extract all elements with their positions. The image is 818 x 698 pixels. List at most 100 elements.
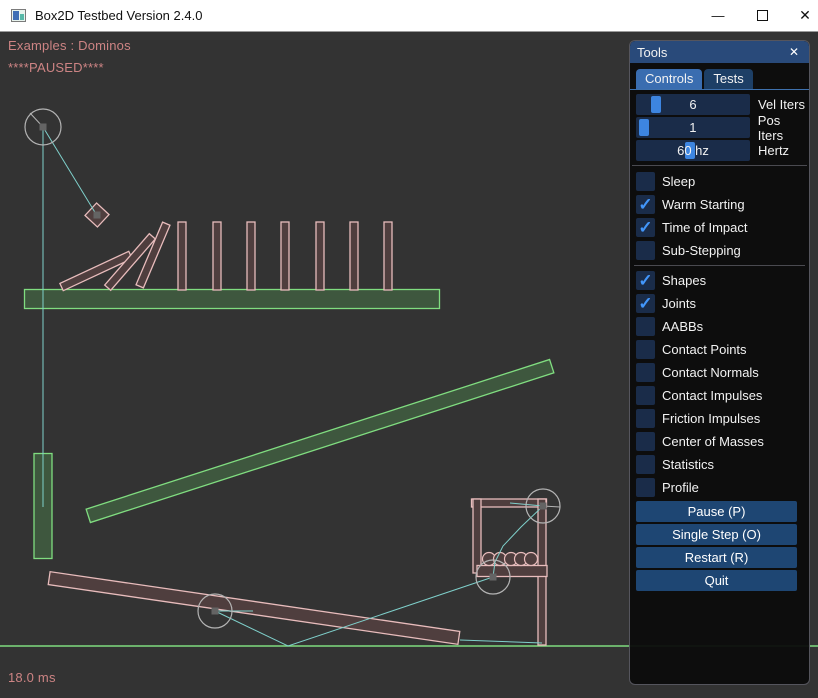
slider-section: 6 Vel Iters 1 Pos Iters 60 hz Hertz — [630, 90, 809, 161]
checkbox-box[interactable] — [636, 455, 655, 474]
checkbox-box[interactable] — [636, 363, 655, 382]
slider-track[interactable]: 1 — [636, 117, 750, 138]
checkbox-box[interactable] — [636, 241, 655, 260]
domino[interactable] — [281, 222, 289, 290]
checkbox-joints[interactable]: ✓ Joints — [636, 292, 809, 315]
panel-close-icon[interactable]: ✕ — [786, 44, 802, 60]
checkmark-icon[interactable]: ✓ — [636, 218, 655, 237]
checkbox-label: Contact Points — [662, 342, 747, 357]
checkbox-label: Time of Impact — [662, 220, 747, 235]
joint-anchor — [212, 608, 219, 615]
button-section: Pause (P)Single Step (O)Restart (R)Quit — [630, 499, 809, 591]
tab-controls[interactable]: Controls — [636, 69, 702, 89]
maximize-icon[interactable] — [740, 0, 784, 31]
checkbox-label: Joints — [662, 296, 696, 311]
slider-track[interactable]: 6 — [636, 94, 750, 115]
seesaw-plank[interactable] — [48, 572, 460, 645]
single-step-o-button[interactable]: Single Step (O) — [636, 524, 797, 545]
slider-value: 1 — [636, 117, 750, 138]
pos-iters-slider[interactable]: 1 Pos Iters — [636, 117, 809, 138]
paused-indicator: ****PAUSED**** — [8, 60, 104, 75]
checkbox-profile[interactable]: Profile — [636, 476, 809, 499]
checkbox-aabbs[interactable]: AABBs — [636, 315, 809, 338]
checkbox-contact-points[interactable]: Contact Points — [636, 338, 809, 361]
checkbox-contact-impulses[interactable]: Contact Impulses — [636, 384, 809, 407]
pause-p-button[interactable]: Pause (P) — [636, 501, 797, 522]
checkbox-warm-starting[interactable]: ✓ Warm Starting — [636, 193, 809, 216]
window-title: Box2D Testbed Version 2.4.0 — [35, 8, 202, 23]
frame-shelf[interactable] — [477, 566, 547, 577]
restart-r-button[interactable]: Restart (R) — [636, 547, 797, 568]
frame-top-bar[interactable] — [472, 499, 547, 507]
window-titlebar[interactable]: Box2D Testbed Version 2.4.0 — ✕ — [0, 0, 818, 32]
slider-label: Hertz — [758, 143, 789, 158]
checkbox-box[interactable] — [636, 340, 655, 359]
frame-left-col[interactable] — [473, 499, 481, 573]
domino[interactable] — [316, 222, 324, 290]
joint-anchor — [40, 124, 47, 131]
checkbox-statistics[interactable]: Statistics — [636, 453, 809, 476]
top-platform[interactable] — [25, 290, 440, 309]
checkbox-label: Friction Impulses — [662, 411, 760, 426]
checkbox-section: Sleep ✓ Warm Starting ✓ Time of Impact Sub-St… — [630, 170, 809, 499]
checkbox-center-of-masses[interactable]: Center of Masses — [636, 430, 809, 453]
checkbox-box[interactable] — [636, 409, 655, 428]
close-icon[interactable]: ✕ — [783, 0, 818, 31]
minimize-icon[interactable]: — — [696, 0, 740, 31]
domino[interactable] — [247, 222, 255, 290]
checkbox-label: Shapes — [662, 273, 706, 288]
separator — [634, 265, 805, 266]
hertz-slider[interactable]: 60 hz Hertz — [636, 140, 809, 161]
tab-bar: Controls Tests — [630, 63, 809, 90]
quit-button[interactable]: Quit — [636, 570, 797, 591]
checkbox-box[interactable] — [636, 432, 655, 451]
box2d-testbed-window: Box2D Testbed Version 2.4.0 — ✕ Examples… — [0, 0, 818, 698]
joint-line — [43, 127, 96, 214]
checkbox-label: Warm Starting — [662, 197, 745, 212]
checkbox-shapes[interactable]: ✓ Shapes — [636, 269, 809, 292]
checkbox-box[interactable] — [636, 317, 655, 336]
checkmark-icon[interactable]: ✓ — [636, 271, 655, 290]
domino[interactable] — [350, 222, 358, 290]
slider-label: Vel Iters — [758, 97, 805, 112]
checkbox-label: Contact Impulses — [662, 388, 762, 403]
checkbox-sleep[interactable]: Sleep — [636, 170, 809, 193]
checkbox-friction-impulses[interactable]: Friction Impulses — [636, 407, 809, 430]
example-title: Examples : Dominos — [8, 38, 131, 53]
frame-time: 18.0 ms — [8, 670, 56, 685]
domino[interactable] — [213, 222, 221, 290]
tools-panel-titlebar[interactable]: Tools ✕ — [630, 41, 809, 63]
joint-anchor — [490, 574, 497, 581]
joint-anchor — [540, 503, 547, 510]
slider-value: 60 hz — [636, 140, 750, 161]
checkbox-label: Sleep — [662, 174, 695, 189]
checkbox-label: Contact Normals — [662, 365, 759, 380]
slider-track[interactable]: 60 hz — [636, 140, 750, 161]
slider-value: 6 — [636, 94, 750, 115]
joint-line — [460, 640, 542, 643]
checkbox-label: Center of Masses — [662, 434, 764, 449]
joint-anchor — [94, 212, 101, 219]
separator — [632, 165, 807, 166]
slider-label: Pos Iters — [758, 113, 809, 143]
domino[interactable] — [384, 222, 392, 290]
checkbox-contact-normals[interactable]: Contact Normals — [636, 361, 809, 384]
checkbox-label: Sub-Stepping — [662, 243, 741, 258]
tools-panel: Tools ✕ Controls Tests 6 Vel Iters 1 Pos… — [629, 40, 810, 685]
checkbox-box[interactable] — [636, 478, 655, 497]
checkbox-label: Statistics — [662, 457, 714, 472]
app-icon — [11, 9, 26, 22]
ball[interactable] — [525, 553, 538, 566]
domino[interactable] — [178, 222, 186, 290]
checkbox-sub-stepping[interactable]: Sub-Stepping — [636, 239, 809, 262]
tools-panel-title: Tools — [637, 45, 786, 60]
checkbox-time-of-impact[interactable]: ✓ Time of Impact — [636, 216, 809, 239]
checkbox-box[interactable] — [636, 172, 655, 191]
checkbox-label: Profile — [662, 480, 699, 495]
checkmark-icon[interactable]: ✓ — [636, 294, 655, 313]
checkmark-icon[interactable]: ✓ — [636, 195, 655, 214]
checkbox-box[interactable] — [636, 386, 655, 405]
checkbox-label: AABBs — [662, 319, 703, 334]
long-ramp[interactable] — [86, 359, 554, 522]
tab-tests[interactable]: Tests — [704, 69, 752, 89]
